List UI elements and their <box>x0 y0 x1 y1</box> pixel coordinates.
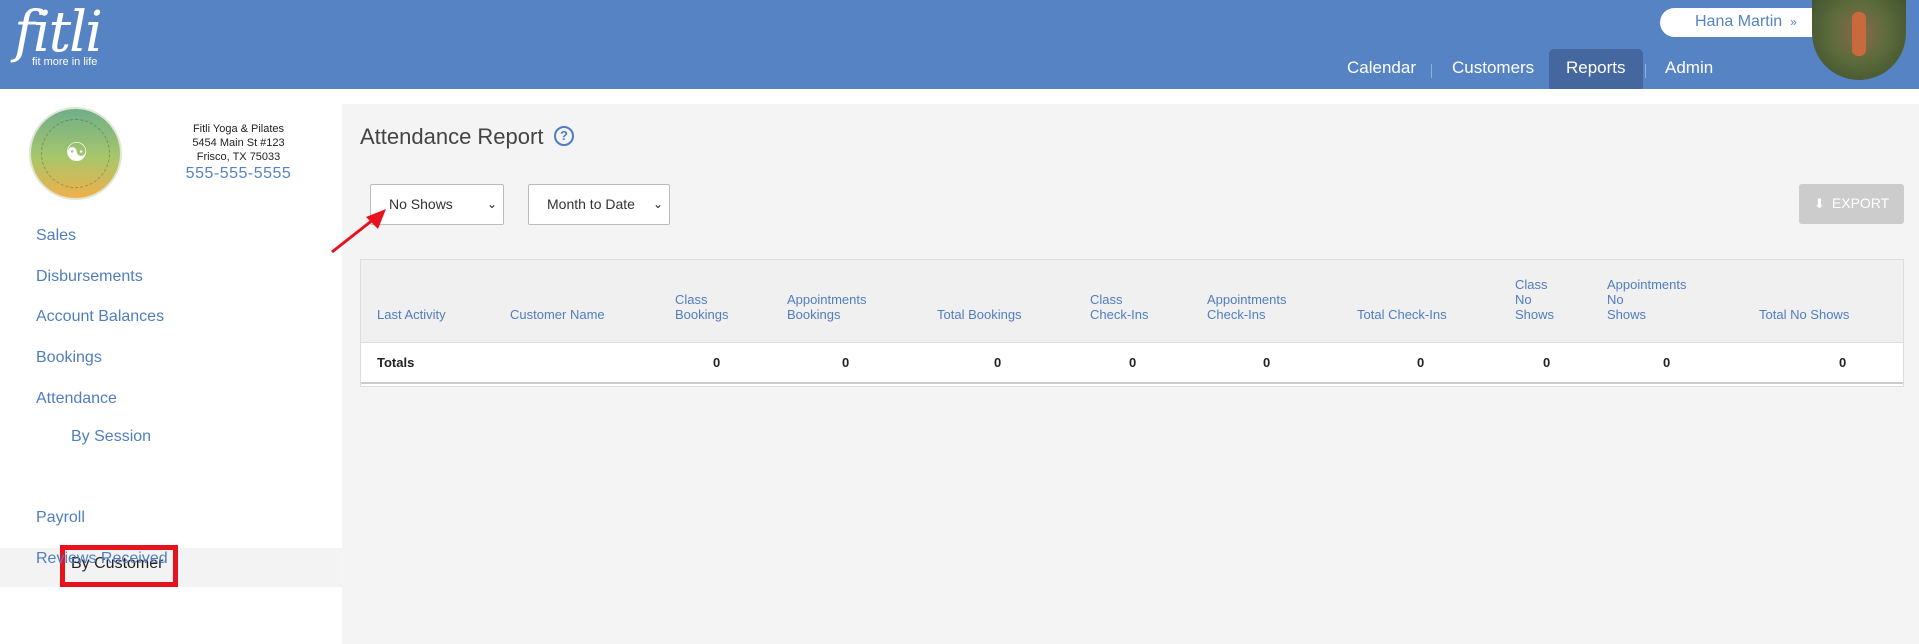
report-type-select[interactable]: No Shows ⌄ <box>370 184 504 225</box>
user-menu-button[interactable]: Hana Martin » <box>1660 8 1820 37</box>
sidebar-item-reviews-received[interactable]: Reviews Received <box>36 550 168 568</box>
total-bookings: 0 <box>994 355 1002 370</box>
nav-divider <box>1645 64 1646 78</box>
chevron-down-icon: » <box>1790 15 1797 29</box>
col-appointments-no-shows[interactable]: Appointments No Shows <box>1607 277 1687 322</box>
totals-row: Totals 0 0 0 0 0 0 0 0 0 <box>361 343 1903 384</box>
logo-tagline: fit more in life <box>32 56 98 68</box>
user-name: Hana Martin <box>1695 13 1783 30</box>
attendance-table: Last Activity Customer Name Class Bookin… <box>360 259 1904 387</box>
date-range-select[interactable]: Month to Date ⌄ <box>528 184 670 225</box>
logo-word: fitli <box>14 0 103 65</box>
sidebar-subitem-by-session[interactable]: By Session <box>71 428 151 446</box>
total-check-ins: 0 <box>1417 355 1425 370</box>
business-logo: ☯ <box>29 107 122 200</box>
export-button[interactable]: ⬇ EXPORT <box>1799 184 1904 224</box>
help-icon[interactable]: ? <box>554 126 574 146</box>
nav-customers[interactable]: Customers <box>1452 49 1534 89</box>
col-total-no-shows[interactable]: Total No Shows <box>1759 307 1849 322</box>
annotation-arrow <box>331 209 386 254</box>
total-appointments-no-shows: 0 <box>1663 355 1671 370</box>
main-content: Attendance Report ? No Shows ⌄ Month to … <box>342 104 1919 644</box>
col-appointments-bookings[interactable]: Appointments Bookings <box>787 292 867 322</box>
col-customer-name[interactable]: Customer Name <box>510 307 605 322</box>
total-class-bookings: 0 <box>713 355 721 370</box>
col-total-bookings[interactable]: Total Bookings <box>937 307 1022 322</box>
total-class-no-shows: 0 <box>1543 355 1551 370</box>
export-label: EXPORT <box>1831 195 1890 211</box>
sidebar-item-payroll[interactable]: Payroll <box>36 509 85 527</box>
sidebar-item-bookings[interactable]: Bookings <box>36 349 102 367</box>
business-phone[interactable]: 555-555-5555 <box>150 166 327 182</box>
business-address-2: Frisco, TX 75033 <box>196 151 281 163</box>
nav-divider <box>1431 64 1432 78</box>
col-class-bookings[interactable]: Class Bookings <box>675 292 728 322</box>
total-class-check-ins: 0 <box>1129 355 1137 370</box>
col-appointments-check-ins[interactable]: Appointments Check-Ins <box>1207 292 1287 322</box>
chevron-down-icon: ⌄ <box>652 197 663 211</box>
col-total-check-ins[interactable]: Total Check-Ins <box>1357 307 1447 322</box>
sidebar-item-account-balances[interactable]: Account Balances <box>36 308 164 326</box>
totals-label: Totals <box>377 355 415 370</box>
col-class-no-shows[interactable]: Class No Shows <box>1515 277 1554 322</box>
business-info: Fitli Yoga & Pilates 5454 Main St #123 F… <box>150 122 327 182</box>
total-appointments-check-ins: 0 <box>1263 355 1271 370</box>
page-title: Attendance Report <box>360 124 544 149</box>
top-navbar: fitli fit more in life Hana Martin » Cale… <box>0 0 1919 89</box>
col-class-check-ins[interactable]: Class Check-Ins <box>1090 292 1149 322</box>
sidebar-item-disbursements[interactable]: Disbursements <box>36 268 143 286</box>
business-name: Fitli Yoga & Pilates <box>192 123 285 135</box>
meditation-figure-icon: ☯ <box>65 137 89 167</box>
download-icon: ⬇ <box>1814 196 1825 211</box>
total-no-shows: 0 <box>1839 355 1847 370</box>
sidebar-item-attendance[interactable]: Attendance <box>36 390 117 408</box>
nav-reports[interactable]: Reports <box>1549 49 1643 89</box>
nav-calendar[interactable]: Calendar <box>1347 49 1416 89</box>
sidebar-item-sales[interactable]: Sales <box>36 227 76 245</box>
sidebar: ☯ Fitli Yoga & Pilates 5454 Main St #123… <box>0 89 342 644</box>
avatar[interactable] <box>1812 0 1906 80</box>
date-range-value: Month to Date <box>547 196 635 212</box>
table-header: Last Activity Customer Name Class Bookin… <box>361 260 1903 343</box>
nav-admin[interactable]: Admin <box>1665 49 1713 89</box>
business-address-1: 5454 Main St #123 <box>192 137 285 149</box>
chevron-down-icon: ⌄ <box>486 197 497 211</box>
total-appointments-bookings: 0 <box>842 355 850 370</box>
col-last-activity[interactable]: Last Activity <box>377 307 446 322</box>
report-type-value: No Shows <box>389 196 453 212</box>
fitli-logo[interactable]: fitli fit more in life <box>14 0 103 69</box>
